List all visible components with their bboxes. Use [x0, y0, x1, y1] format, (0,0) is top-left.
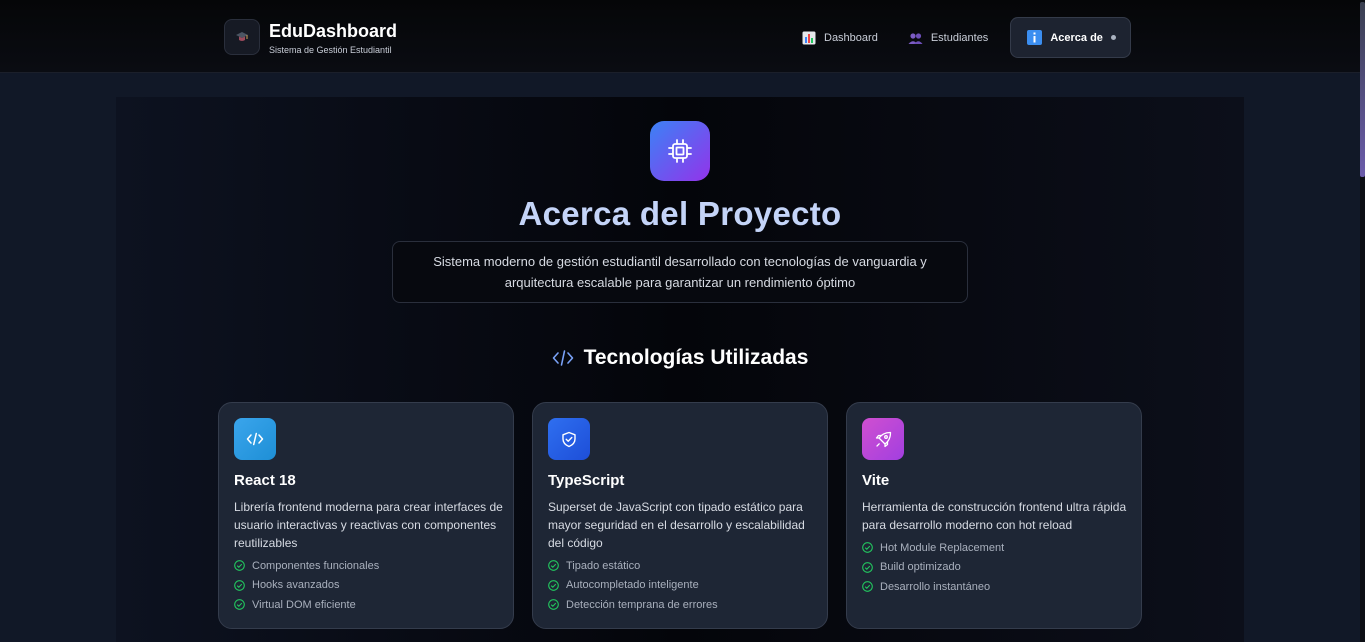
check-circle-icon [234, 560, 245, 572]
feature-item: Hooks avanzados [234, 576, 379, 596]
brand-title: EduDashboard [269, 20, 398, 41]
technologies-heading: Tecnologías Utilizadas [116, 346, 1244, 370]
info-icon [1027, 30, 1043, 45]
check-circle-icon [862, 581, 873, 593]
check-circle-icon [548, 599, 559, 611]
nav-dashboard-label: Dashboard [824, 31, 878, 44]
users-icon [908, 31, 923, 45]
tech-card-title: React 18 [234, 472, 296, 489]
tech-feature-list: Tipado estático Autocompletado inteligen… [548, 556, 718, 615]
tech-card-description: Superset de JavaScript con tipado estáti… [548, 500, 805, 550]
check-circle-icon [862, 561, 873, 573]
brand-subtitle: Sistema de Gestión Estudiantil [269, 44, 392, 55]
page-title: Acerca del Proyecto [518, 195, 842, 232]
feature-item: Virtual DOM eficiente [234, 595, 379, 615]
code-icon [552, 349, 574, 367]
shield-check-icon [548, 418, 590, 460]
check-circle-icon [234, 579, 245, 591]
about-section: Acerca del Proyecto Sistema moderno de g… [116, 97, 1244, 642]
code-icon [234, 418, 276, 460]
scrollbar-thumb[interactable] [1360, 2, 1365, 177]
feature-item: Tipado estático [548, 556, 718, 576]
feature-item: Build optimizado [862, 558, 1004, 578]
rocket-icon [862, 418, 904, 460]
active-indicator-dot [1110, 35, 1116, 40]
tech-card-title: TypeScript [548, 472, 625, 489]
check-circle-icon [548, 579, 559, 591]
nav-estudiantes-label: Estudiantes [930, 31, 989, 44]
feature-item: Autocompletado inteligente [548, 576, 718, 596]
brand[interactable]: EduDashboard Sistema de Gestión Estudian… [224, 19, 397, 55]
bar-chart-icon [802, 31, 816, 45]
nav-estudiantes[interactable]: Estudiantes [896, 17, 1000, 58]
nav-dashboard[interactable]: Dashboard [790, 17, 890, 58]
tech-card-vite: Vite Herramienta de construcción fronten… [846, 402, 1142, 629]
tech-card-react: React 18 Librería frontend moderna para … [218, 402, 514, 629]
feature-item: Detección temprana de errores [548, 595, 718, 615]
tech-feature-list: Componentes funcionales Hooks avanzados … [234, 556, 379, 615]
page-scrollbar[interactable] [1360, 0, 1365, 642]
check-circle-icon [548, 560, 559, 572]
feature-item: Componentes funcionales [234, 556, 379, 576]
nav-acerca-label: Acerca de [1050, 31, 1103, 44]
description-line-1: Sistema moderno de gestión estudiantil d… [433, 254, 927, 269]
tech-card-title: Vite [862, 472, 890, 489]
tech-card-typescript: TypeScript Superset de JavaScript con ti… [532, 402, 828, 629]
description-line-2: arquitectura escalable para garantizar u… [504, 275, 856, 290]
tech-feature-list: Hot Module Replacement Build optimizado … [862, 538, 1004, 597]
technologies-heading-label: Tecnologías Utilizadas [583, 346, 809, 369]
top-navbar: EduDashboard Sistema de Gestión Estudian… [0, 0, 1360, 73]
check-circle-icon [234, 599, 245, 611]
graduation-cap-icon [224, 19, 260, 55]
project-description: Sistema moderno de gestión estudiantil d… [392, 241, 968, 303]
feature-item: Desarrollo instantáneo [862, 577, 1004, 597]
feature-item: Hot Module Replacement [862, 538, 1004, 558]
nav-acerca[interactable]: Acerca de [1010, 17, 1131, 58]
cpu-chip-icon [650, 121, 710, 181]
main-nav: Dashboard Estudiantes Acerca de [790, 17, 1137, 58]
tech-card-description: Librería frontend moderna para crear int… [234, 500, 503, 550]
tech-card-description: Herramienta de construcción frontend ult… [862, 500, 1127, 532]
check-circle-icon [862, 542, 873, 554]
